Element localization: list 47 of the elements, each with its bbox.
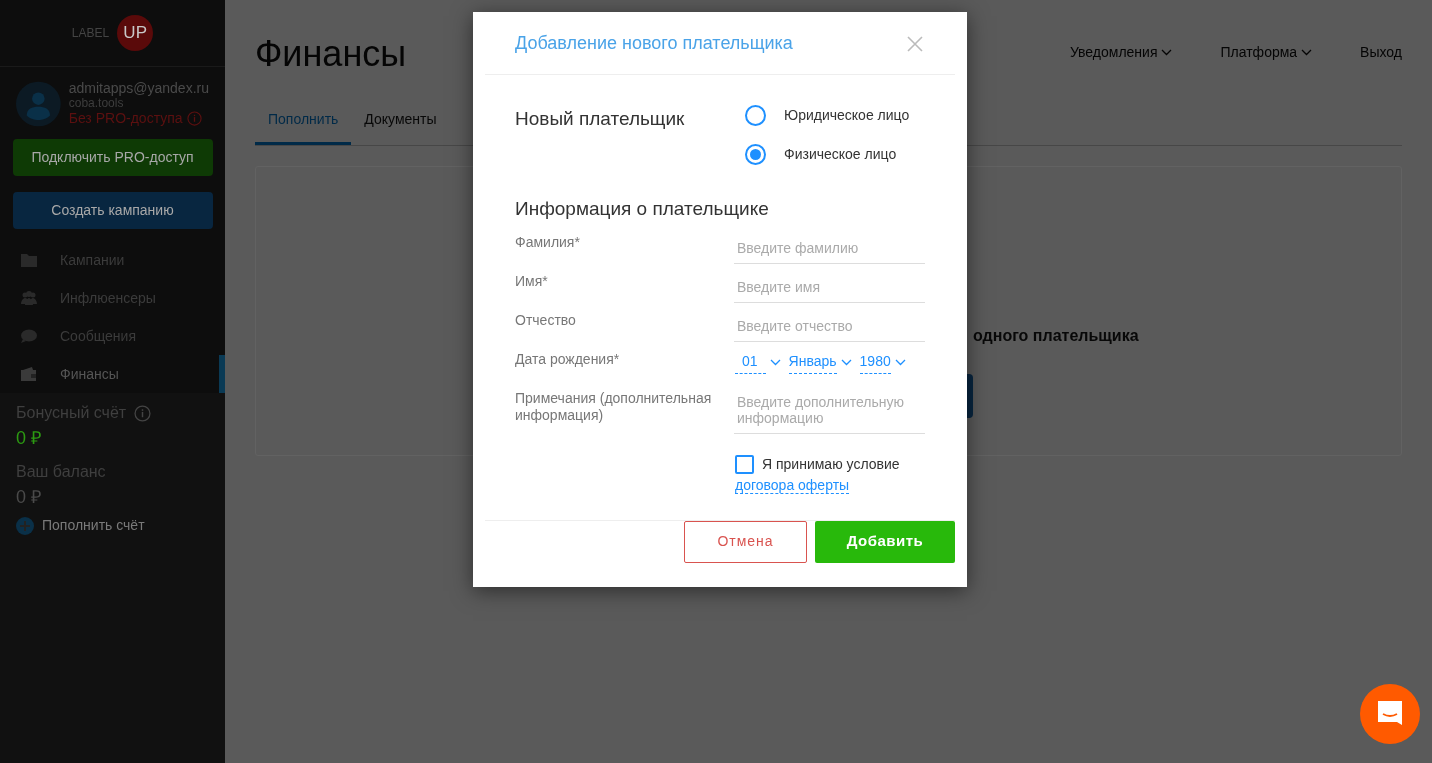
tab[interactable]: Документы: [351, 99, 450, 146]
folder-icon: [20, 252, 38, 268]
sidebar-item[interactable]: Финансы: [0, 355, 225, 393]
info-icon[interactable]: [134, 404, 152, 422]
field-label: Примечания (дополнительная информация): [515, 389, 713, 425]
chevron-down-icon: [769, 358, 781, 366]
balance-amount: 0 ₽: [16, 486, 42, 509]
radio-label: Физическое лицо: [784, 145, 897, 164]
people-icon: [20, 290, 38, 306]
chevron-down-icon: [894, 358, 906, 366]
radio-button[interactable]: [745, 105, 766, 126]
page-title: Финансы: [255, 32, 407, 76]
account-status: Без PRO-доступа: [68, 109, 183, 127]
field-label: Отчество: [515, 311, 577, 329]
field-label: Имя*: [515, 272, 549, 290]
field-label: Дата рождения*: [515, 350, 621, 368]
radio-button[interactable]: [745, 144, 766, 165]
avatar-icon: [16, 79, 61, 129]
checkbox[interactable]: [735, 454, 754, 474]
modal-title: Добавление нового плательщика: [515, 31, 793, 55]
field-label: Фамилия*: [515, 233, 581, 251]
speech-bubble-icon: [20, 328, 38, 344]
month-select[interactable]: Январь: [788, 350, 837, 374]
offer-link[interactable]: договора оферты: [735, 476, 850, 494]
info-heading: Информация о плательщике: [515, 197, 770, 221]
cancel-button[interactable]: Отмена: [684, 520, 807, 563]
header-menu-item[interactable]: Уведомления: [1069, 42, 1173, 63]
add-button[interactable]: Добавить: [815, 520, 955, 563]
panel-text: одного плательщика: [973, 326, 1139, 347]
close-button[interactable]: [905, 33, 925, 53]
header-menu-item[interactable]: Выход: [1360, 42, 1402, 63]
top-up-link[interactable]: Пополнить счёт: [42, 515, 145, 536]
wallet-icon: [20, 366, 38, 382]
user-email: admitapps@yandex.ru: [68, 81, 209, 97]
year-select[interactable]: 1980: [859, 350, 891, 374]
radio-label: Юридическое лицо: [784, 106, 910, 125]
chevron-down-icon: [840, 358, 852, 366]
payer-heading: Новый плательщик: [515, 107, 686, 131]
logo-badge: UP: [117, 15, 154, 51]
tab[interactable]: Пополнить: [255, 99, 352, 146]
pro-access-button[interactable]: Подключить PRO-доступ: [12, 139, 213, 176]
header-menu-item[interactable]: Платформа: [1220, 42, 1313, 63]
bonus-amount: 0 ₽: [16, 427, 42, 450]
agreement-text: Я принимаю условие: [762, 454, 900, 474]
create-campaign-button[interactable]: Создать кампанию: [12, 192, 213, 229]
chat-button[interactable]: [1360, 684, 1420, 744]
day-select[interactable]: 01: [735, 350, 766, 374]
